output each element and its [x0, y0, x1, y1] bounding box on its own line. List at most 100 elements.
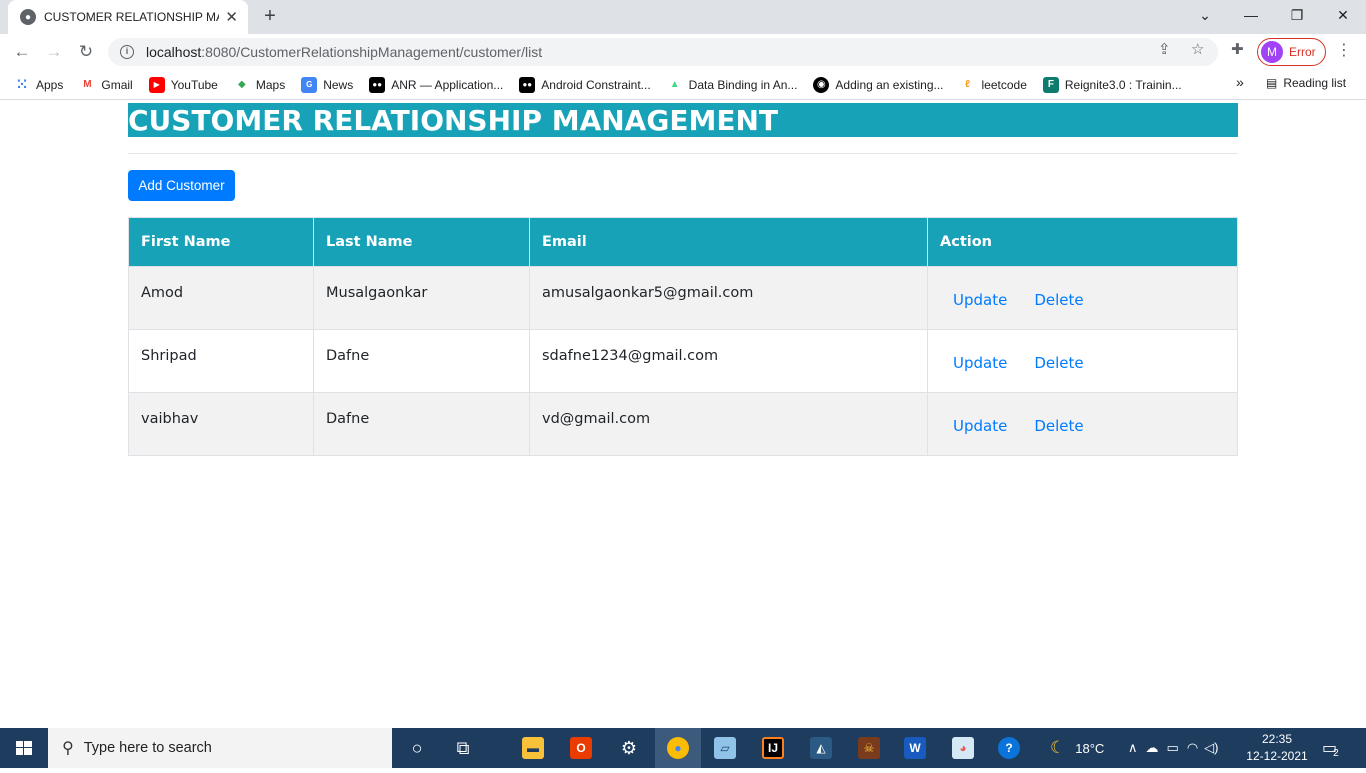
cell-actions: Update Delete — [927, 392, 1238, 456]
bookmarks-overflow-icon[interactable]: » — [1236, 74, 1244, 90]
reading-list-button[interactable]: ▤ Reading list — [1266, 76, 1346, 90]
file-explorer-icon[interactable]: ▬ — [510, 728, 556, 768]
word-icon[interactable]: W — [892, 728, 938, 768]
bookmark-leetcode[interactable]: ℓ leetcode — [960, 77, 1027, 93]
browser-tab[interactable]: ● CUSTOMER RELATIONSHIP MAN ✕ — [8, 0, 248, 34]
temperature: 18°C — [1075, 740, 1105, 756]
share-icon[interactable]: ⇪ — [1158, 40, 1171, 58]
cell-email: vd@gmail.com — [529, 392, 928, 456]
game-icon[interactable]: ☠ — [846, 728, 892, 768]
bookmark-news[interactable]: G News — [301, 76, 354, 93]
browser-toolbar: ← → ↻ i localhost:8080/CustomerRelations… — [0, 34, 1366, 70]
bookmark-apps[interactable]: ⁙ Apps — [14, 76, 63, 93]
close-window-button[interactable]: ✕ — [1320, 0, 1366, 34]
reading-list-icon: ▤ — [1266, 76, 1278, 90]
leetcode-icon: ℓ — [965, 79, 970, 90]
divider — [128, 153, 1238, 154]
weather-widget[interactable]: ☾ 18°C — [1050, 728, 1104, 768]
column-header-last-name: Last Name — [313, 217, 530, 267]
column-header-action: Action — [927, 217, 1238, 267]
reload-icon[interactable]: ↻ — [74, 40, 98, 64]
bookmark-label: YouTube — [170, 77, 218, 92]
bookmark-label: Reignite3.0 : Trainin... — [1064, 77, 1182, 92]
notepad-icon[interactable]: ▱ — [702, 728, 748, 768]
paint-icon[interactable]: ◕ — [940, 728, 986, 768]
page-title: CUSTOMER RELATIONSHIP MANAGEMENT — [128, 104, 778, 137]
wifi-icon[interactable]: ◠ — [1187, 740, 1198, 756]
bookmark-label: Android Constraint... — [541, 77, 651, 92]
start-button[interactable] — [0, 728, 48, 768]
bookmark-android-constraint[interactable]: ●● Android Constraint... — [519, 76, 651, 93]
system-tray: ∧ ☁ ▭ ◠ ◁) — [1128, 728, 1218, 768]
gmail-icon: M — [83, 79, 92, 90]
battery-icon[interactable]: ▭ — [1167, 740, 1179, 756]
page-content: CUSTOMER RELATIONSHIP MANAGEMENT Add Cus… — [0, 101, 1366, 728]
avatar: M — [1261, 41, 1283, 63]
moon-cloud-icon: ☾ — [1050, 738, 1066, 757]
delete-link[interactable]: Delete — [1034, 291, 1083, 309]
site-info-icon[interactable]: i — [120, 45, 134, 59]
youtube-icon: ▶ — [148, 76, 165, 93]
taskbar-search-box[interactable]: ⚲ Type here to search — [48, 728, 392, 768]
search-placeholder: Type here to search — [83, 740, 212, 756]
bookmark-label: Adding an existing... — [835, 77, 944, 92]
add-customer-button[interactable]: Add Customer — [128, 170, 235, 201]
bookmark-label: News — [323, 77, 354, 92]
chrome-icon[interactable]: ● — [655, 728, 701, 768]
update-link[interactable]: Update — [953, 417, 1007, 435]
cell-first-name: Amod — [128, 266, 314, 330]
intellij-icon[interactable]: IJ — [750, 728, 796, 768]
cell-first-name: Shripad — [128, 329, 314, 393]
apps-grid-icon: ⁙ — [16, 76, 28, 92]
profile-button[interactable]: M Error — [1257, 38, 1326, 66]
clock[interactable]: 22:35 12-12-2021 — [1242, 731, 1312, 765]
office-icon[interactable]: O — [558, 728, 604, 768]
task-view-icon[interactable]: ⧉ — [440, 728, 486, 768]
table-row: Shripad Dafne sdafne1234@gmail.com Updat… — [128, 329, 1238, 393]
update-link[interactable]: Update — [953, 354, 1007, 372]
news-icon: G — [301, 76, 318, 93]
extensions-icon[interactable]: ✚ — [1231, 40, 1244, 58]
table-header-row: First Name Last Name Email Action — [128, 217, 1238, 267]
bookmark-data-binding[interactable]: ▲ Data Binding in An... — [667, 77, 798, 93]
search-icon: ⚲ — [62, 740, 74, 757]
cortana-icon[interactable]: ○ — [394, 728, 440, 768]
back-icon[interactable]: ← — [10, 40, 34, 64]
new-tab-button[interactable]: + — [258, 5, 282, 29]
restore-button[interactable]: ❐ — [1274, 0, 1320, 34]
cell-first-name: vaibhav — [128, 392, 314, 456]
cell-actions: Update Delete — [927, 266, 1238, 330]
bookmark-youtube[interactable]: ▶ YouTube — [148, 76, 218, 93]
bookmark-gmail[interactable]: M Gmail — [79, 77, 133, 93]
medium-icon: ●● — [369, 76, 386, 93]
bookmark-adding-existing[interactable]: ◉ Adding an existing... — [813, 76, 944, 93]
bookmark-reignite[interactable]: F Reignite3.0 : Trainin... — [1042, 76, 1182, 93]
maps-icon: ◆ — [238, 79, 246, 90]
show-hidden-icons[interactable]: ∧ — [1128, 740, 1138, 756]
bookmark-anr[interactable]: ●● ANR — Application... — [369, 76, 503, 93]
github-icon: ◉ — [813, 76, 830, 93]
bookmark-maps[interactable]: ◆ Maps — [234, 77, 285, 93]
address-bar[interactable]: i localhost:8080/CustomerRelationshipMan… — [108, 38, 1218, 66]
settings-gear-icon[interactable]: ⚙ — [606, 728, 652, 768]
update-link[interactable]: Update — [953, 291, 1007, 309]
close-tab-icon[interactable]: ✕ — [225, 8, 238, 26]
onedrive-icon[interactable]: ☁ — [1146, 740, 1159, 756]
minimize-button[interactable]: — — [1228, 0, 1274, 34]
volume-icon[interactable]: ◁) — [1204, 740, 1218, 756]
bookmarks-bar: ⁙ Apps M Gmail ▶ YouTube ◆ Maps G News ●● ANR … — [0, 70, 1366, 100]
tab-title: CUSTOMER RELATIONSHIP MAN — [44, 10, 220, 24]
notification-center[interactable]: ▭ 2 — [1322, 728, 1339, 768]
tab-search-icon[interactable]: ⌄ — [1182, 0, 1228, 34]
delete-link[interactable]: Delete — [1034, 417, 1083, 435]
customer-table: First Name Last Name Email Action Amod M… — [128, 217, 1238, 456]
chrome-menu-icon[interactable]: ⋮ — [1336, 40, 1352, 60]
help-icon[interactable]: ? — [986, 728, 1032, 768]
delete-link[interactable]: Delete — [1034, 354, 1083, 372]
mysql-workbench-icon[interactable]: ◭ — [798, 728, 844, 768]
table-row: vaibhav Dafne vd@gmail.com Update Delete — [128, 392, 1238, 456]
android-icon: ▲ — [669, 79, 680, 90]
url-text: localhost:8080/CustomerRelationshipManag… — [146, 44, 542, 60]
forward-icon[interactable]: → — [42, 40, 66, 64]
bookmark-star-icon[interactable]: ☆ — [1191, 40, 1204, 58]
